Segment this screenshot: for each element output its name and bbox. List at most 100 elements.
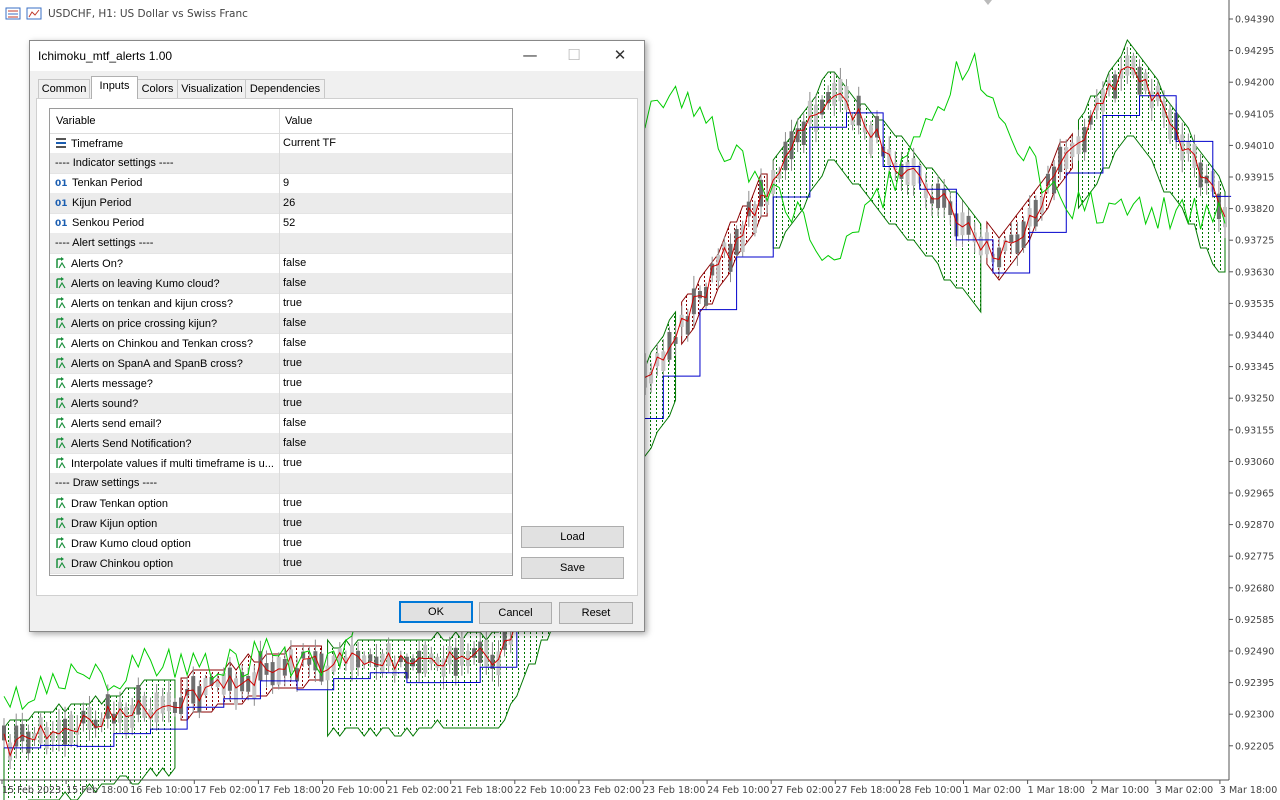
input-value[interactable]: true [283, 297, 302, 309]
reset-button[interactable]: Reset [559, 602, 633, 624]
input-variable: Alerts on SpanA and SpanB cross? [55, 357, 277, 370]
input-row[interactable]: Timeframe Current TF [50, 133, 512, 154]
input-row[interactable]: Alerts On? false [50, 253, 512, 274]
input-row[interactable]: 01 Tenkan Period 9 [50, 173, 512, 194]
tab-visualization[interactable]: Visualization [177, 79, 247, 98]
input-row[interactable]: Alerts on tenkan and kijun cross? true [50, 293, 512, 314]
input-value[interactable]: 52 [283, 217, 295, 229]
integer-icon: 01 [55, 199, 68, 209]
input-value[interactable]: false [283, 417, 306, 429]
input-value[interactable]: true [283, 377, 302, 389]
input-value[interactable]: false [283, 437, 306, 449]
input-value[interactable]: true [283, 457, 302, 469]
price-label: 0.92965 [1235, 489, 1274, 500]
input-variable: Alerts on leaving Kumo cloud? [55, 277, 277, 290]
minimize-button[interactable]: — [508, 41, 552, 71]
tab-inputs[interactable]: Inputs [91, 76, 138, 99]
input-variable-label: Alerts sound? [71, 398, 139, 410]
input-variable: Alerts on price crossing kijun? [55, 317, 277, 330]
price-label: 0.93820 [1235, 204, 1274, 215]
input-variable: Draw Kumo cloud option [55, 537, 277, 550]
input-row[interactable]: ---- Indicator settings ---- [50, 153, 512, 174]
input-variable-label: Alerts on leaving Kumo cloud? [71, 278, 220, 290]
maximize-button[interactable]: ☐ [552, 41, 596, 71]
input-variable: Alerts Send Notification? [55, 437, 277, 450]
input-row[interactable]: Alerts on price crossing kijun? false [50, 313, 512, 334]
input-value[interactable]: true [283, 357, 302, 369]
price-label: 0.93630 [1235, 267, 1274, 278]
input-value[interactable]: 9 [283, 177, 289, 189]
time-label: 17 Feb 18:00 [258, 785, 320, 796]
price-label: 0.94200 [1235, 78, 1274, 89]
time-label: 23 Feb 18:00 [643, 785, 705, 796]
input-variable: ---- Draw settings ---- [55, 477, 277, 489]
input-row[interactable]: Draw Chinkou option true [50, 553, 512, 574]
input-row[interactable]: Alerts on Chinkou and Tenkan cross? false [50, 333, 512, 354]
input-value[interactable]: false [283, 337, 306, 349]
time-label: 24 Feb 10:00 [707, 785, 769, 796]
input-row[interactable]: Alerts Send Notification? false [50, 433, 512, 454]
bool-icon [55, 337, 67, 349]
input-value[interactable]: false [283, 277, 306, 289]
time-label: 21 Feb 02:00 [387, 785, 449, 796]
price-label: 0.92490 [1235, 647, 1274, 658]
input-variable-label: Alerts On? [71, 258, 123, 270]
input-row[interactable]: 01 Kijun Period 26 [50, 193, 512, 214]
input-variable-label: Alerts on tenkan and kijun cross? [71, 298, 234, 310]
close-button[interactable]: ✕ [598, 41, 642, 71]
input-value[interactable]: true [283, 397, 302, 409]
input-row[interactable]: Draw Tenkan option true [50, 493, 512, 514]
tab-colors[interactable]: Colors [136, 79, 179, 98]
input-row[interactable]: Alerts send email? false [50, 413, 512, 434]
input-value[interactable]: true [283, 497, 302, 509]
input-variable-label: Interpolate values if multi timeframe is… [71, 458, 274, 470]
price-label: 0.92585 [1235, 615, 1274, 626]
price-label: 0.92395 [1235, 678, 1274, 689]
input-value[interactable]: false [283, 257, 306, 269]
input-value[interactable]: true [283, 537, 302, 549]
cancel-button[interactable]: Cancel [479, 602, 552, 624]
time-axis: 15 Feb 2023 15 Feb 18:00 16 Feb 10:00 17 Fe… [1, 780, 1277, 796]
input-row[interactable]: ---- Draw settings ---- [50, 473, 512, 494]
time-label: 3 Mar 18:00 [1220, 785, 1277, 796]
dialog-titlebar[interactable]: Ichimoku_mtf_alerts 1.00 — ☐ ✕ [30, 41, 644, 71]
input-variable-label: Alerts send email? [71, 418, 162, 430]
input-row[interactable]: Alerts on leaving Kumo cloud? false [50, 273, 512, 294]
price-label: 0.94010 [1235, 141, 1274, 152]
input-row[interactable]: Draw Kumo cloud option true [50, 533, 512, 554]
save-button[interactable]: Save [521, 557, 624, 579]
tab-common[interactable]: Common [38, 79, 90, 98]
time-label: 21 Feb 18:00 [451, 785, 513, 796]
input-value[interactable]: false [283, 317, 306, 329]
price-label: 0.92205 [1235, 741, 1274, 752]
input-variable: ---- Indicator settings ---- [55, 157, 277, 169]
input-value[interactable]: true [283, 517, 302, 529]
input-row[interactable]: Alerts message? true [50, 373, 512, 394]
input-value[interactable]: true [283, 557, 302, 569]
input-variable: Draw Chinkou option [55, 557, 277, 570]
price-label: 0.94390 [1235, 15, 1274, 26]
input-row[interactable]: Draw Kijun option true [50, 513, 512, 534]
variable-column-header: Variable [56, 115, 96, 127]
input-row[interactable]: ---- Alert settings ---- [50, 233, 512, 254]
price-label: 0.92870 [1235, 520, 1274, 531]
input-variable-label: Draw Chinkou option [71, 558, 174, 570]
price-label: 0.94295 [1235, 46, 1274, 57]
ok-button[interactable]: OK [399, 601, 473, 623]
input-row[interactable]: Alerts on SpanA and SpanB cross? true [50, 353, 512, 374]
input-row[interactable]: 01 Senkou Period 52 [50, 213, 512, 234]
input-row[interactable]: Alerts sound? true [50, 393, 512, 414]
input-value[interactable]: 26 [283, 197, 295, 209]
input-variable: Alerts on tenkan and kijun cross? [55, 297, 277, 310]
input-variable: Draw Tenkan option [55, 497, 277, 510]
integer-icon: 01 [55, 179, 68, 189]
input-value[interactable]: Current TF [283, 137, 336, 149]
input-row[interactable]: Interpolate values if multi timeframe is… [50, 453, 512, 474]
bool-icon [55, 437, 67, 449]
price-label: 0.92680 [1235, 583, 1274, 594]
input-variable: Timeframe [55, 137, 277, 150]
input-variable-label: Draw Tenkan option [71, 498, 169, 510]
load-button[interactable]: Load [521, 526, 624, 548]
tab-dependencies[interactable]: Dependencies [245, 79, 325, 98]
input-variable-label: Draw Kumo cloud option [71, 538, 191, 550]
